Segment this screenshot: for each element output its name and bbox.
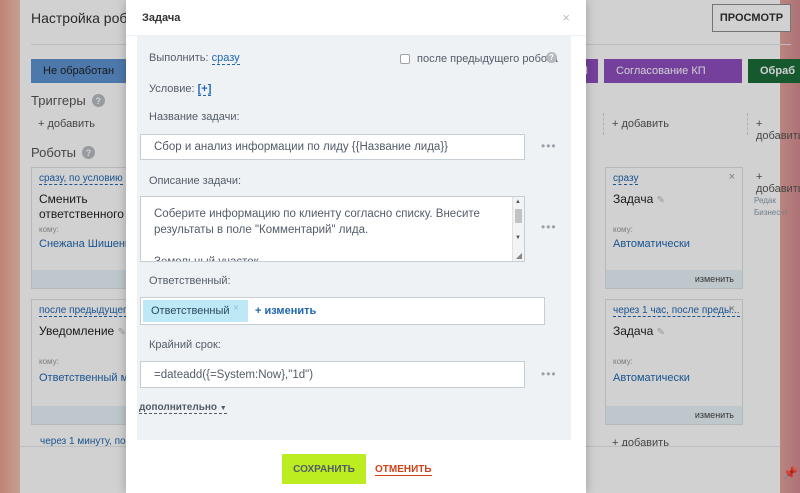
execute-row: Выполнить: сразу: [149, 52, 240, 65]
responsible-label: Ответственный:: [149, 275, 231, 287]
remove-tag-icon[interactable]: ×: [233, 303, 239, 314]
task-dialog: Задача × Выполнить: сразу после предыдущ…: [126, 0, 586, 493]
dialog-title: Задача: [142, 12, 181, 24]
close-icon[interactable]: ×: [562, 10, 570, 25]
more-dots-icon[interactable]: •••: [541, 220, 557, 234]
change-responsible-link[interactable]: + изменить: [255, 305, 316, 317]
scroll-thumb[interactable]: [515, 209, 522, 223]
deadline-input[interactable]: =dateadd({=System:Now},"1d"): [140, 361, 525, 388]
advanced-toggle[interactable]: дополнительно ▼: [139, 402, 227, 414]
dialog-header: Задача ×: [126, 0, 586, 36]
description-label: Описание задачи:: [149, 175, 242, 187]
deadline-label: Крайний срок:: [149, 339, 221, 351]
cancel-button[interactable]: ОТМЕНИТЬ: [375, 464, 432, 476]
more-dots-icon[interactable]: •••: [541, 367, 557, 381]
chevron-down-icon: ▼: [219, 405, 227, 412]
description-textarea[interactable]: Соберите информацию по клиенту согласно …: [140, 196, 525, 262]
dialog-footer: СОХРАНИТЬ ОТМЕНИТЬ: [126, 440, 586, 493]
execute-when-link[interactable]: сразу: [211, 52, 240, 65]
responsible-selector[interactable]: Ответственный × + изменить: [140, 297, 545, 325]
task-name-input[interactable]: Сбор и анализ информации по лиду {{Назва…: [140, 134, 525, 160]
add-condition-link[interactable]: [+]: [197, 83, 212, 96]
save-button[interactable]: СОХРАНИТЬ: [282, 454, 366, 484]
task-name-label: Название задачи:: [149, 111, 240, 123]
dialog-body: Выполнить: сразу после предыдущего робот…: [137, 36, 571, 440]
description-text: Соберите информацию по клиенту согласно …: [154, 208, 480, 262]
scroll-up-icon[interactable]: ▲: [515, 199, 521, 205]
after-previous-label[interactable]: после предыдущего робота: [417, 53, 558, 65]
scroll-down-icon[interactable]: ▼: [515, 235, 521, 241]
after-previous-checkbox[interactable]: [400, 54, 410, 64]
help-icon[interactable]: ?: [546, 52, 557, 63]
more-dots-icon[interactable]: •••: [541, 139, 557, 153]
condition-row: Условие: [+]: [149, 83, 212, 96]
resize-handle-icon[interactable]: ◢: [516, 251, 522, 260]
